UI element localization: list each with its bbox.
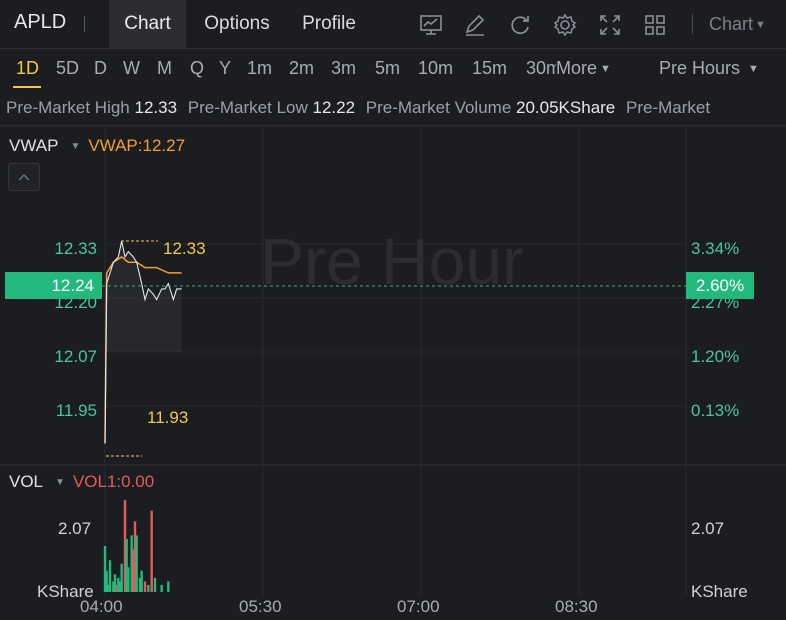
volume-bars — [103, 500, 170, 592]
volume-bar — [147, 584, 150, 592]
main-indicator-row: VWAP ▼ VWAP:12.27 — [9, 136, 185, 156]
high-marker-value: 12.33 — [163, 239, 206, 258]
pct-axis-label: 3.34% — [691, 239, 740, 258]
time-axis-label: 05:30 — [239, 597, 282, 616]
price-chart[interactable]: Pre Hour — [0, 0, 786, 620]
collapse-button[interactable] — [8, 163, 40, 191]
volume-axis-label-left: 2.07 — [58, 519, 92, 538]
caret-down-icon[interactable]: ▼ — [70, 141, 80, 152]
time-axis-label: 08:30 — [555, 597, 598, 616]
main-indicator-name[interactable]: VWAP — [9, 136, 58, 155]
volume-unit-right: KShare — [691, 582, 748, 601]
current-pct-tag: 2.60% — [686, 272, 754, 299]
volume-bar — [160, 584, 163, 592]
watermark-text: Pre Hour — [260, 224, 524, 298]
current-price-tag: 12.24 — [5, 272, 102, 299]
pct-axis-label: 1.20% — [691, 347, 740, 366]
pct-axis-label: 0.13% — [691, 401, 740, 420]
vwap-value: VWAP:12.27 — [88, 136, 186, 155]
volume-bar — [108, 560, 112, 592]
low-marker-value: 11.93 — [147, 408, 189, 427]
price-axis-label: 12.33 — [54, 239, 97, 258]
volume-value: VOL1:0.00 — [72, 472, 155, 491]
volume-bar — [150, 510, 153, 592]
time-axis-label: 04:00 — [80, 597, 123, 616]
volume-bar — [135, 535, 138, 592]
volume-bar — [153, 577, 157, 592]
volume-indicator-name[interactable]: VOL — [9, 472, 43, 491]
volume-indicator-row: VOL ▼ VOL1:0.00 — [9, 472, 154, 492]
volume-bar — [127, 567, 130, 592]
chevron-up-icon — [18, 173, 30, 181]
price-axis-label: 12.07 — [54, 347, 97, 366]
volume-bar — [167, 581, 170, 592]
chart-grid — [0, 125, 786, 595]
volume-bar — [120, 563, 123, 592]
volume-bar — [143, 581, 147, 592]
price-axis-label: 11.95 — [55, 401, 97, 420]
time-axis-label: 07:00 — [397, 597, 440, 616]
caret-down-icon[interactable]: ▼ — [55, 477, 65, 488]
volume-axis-label-right: 2.07 — [691, 519, 725, 538]
volume-bar — [140, 570, 143, 592]
